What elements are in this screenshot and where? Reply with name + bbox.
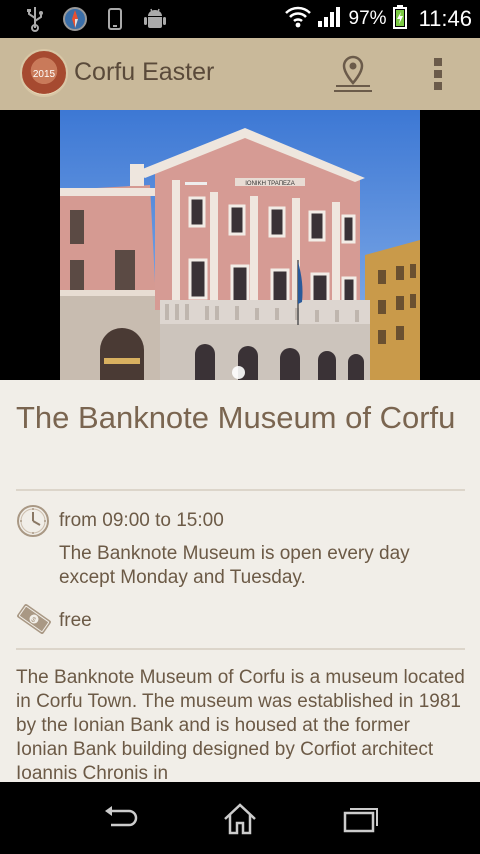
home-button[interactable] [220, 800, 260, 838]
clock-icon [16, 504, 50, 538]
map-button[interactable] [332, 54, 374, 94]
action-bar: 2015 Corfu Easter [0, 38, 480, 110]
recent-apps-button[interactable] [340, 800, 380, 838]
battery-percent: 97% [348, 8, 387, 29]
phone-icon [102, 6, 128, 32]
navigation-bar [0, 782, 480, 854]
opening-hours-note: The Banknote Museum is open every day ex… [59, 543, 410, 588]
entry-price: free [59, 610, 92, 631]
android-icon [142, 6, 168, 32]
svg-text:ΙΟΝΙΚΗ ΤΡΑΠΕΖΑ: ΙΟΝΙΚΗ ΤΡΑΠΕΖΑ [245, 181, 294, 187]
pager-indicator-dot [232, 366, 245, 379]
overflow-menu-icon [434, 58, 442, 66]
place-title: The Banknote Museum of Corfu [16, 400, 456, 435]
system-status: 97% 11:46 [284, 4, 472, 34]
app-logo-text: 2015 [32, 69, 56, 80]
usb-icon [22, 6, 48, 32]
money-icon: $ [16, 602, 51, 636]
overflow-dot [434, 82, 442, 90]
home-icon [224, 803, 256, 835]
wifi-icon [284, 6, 311, 32]
signal-icon [317, 6, 343, 32]
map-pin-icon [334, 55, 372, 92]
overflow-dot [434, 70, 442, 78]
place-description: The Banknote Museum of Corfu is a museum… [16, 667, 465, 782]
museum-photo: ΙΟΝΙΚΗ ΤΡΑΠΕΖΑ [60, 110, 420, 380]
notification-icons [22, 6, 168, 32]
image-gallery[interactable]: ΙΟΝΙΚΗ ΤΡΑΠΕΖΑ [0, 110, 480, 380]
place-details: The Banknote Museum of Corfu from 09:00 … [0, 380, 480, 782]
overflow-menu-button[interactable] [428, 56, 448, 92]
compass-icon [62, 6, 88, 32]
recent-apps-icon [343, 808, 378, 833]
status-bar: 97% 11:46 [0, 0, 480, 38]
back-icon [105, 806, 138, 827]
app-title: Corfu Easter [74, 58, 215, 86]
back-button[interactable] [100, 800, 140, 838]
opening-hours: from 09:00 to 15:00 [59, 510, 224, 531]
divider [16, 648, 465, 650]
app-logo[interactable]: 2015 [20, 49, 68, 97]
clock: 11:46 [418, 6, 472, 31]
battery-icon [392, 5, 407, 33]
divider [16, 489, 465, 491]
